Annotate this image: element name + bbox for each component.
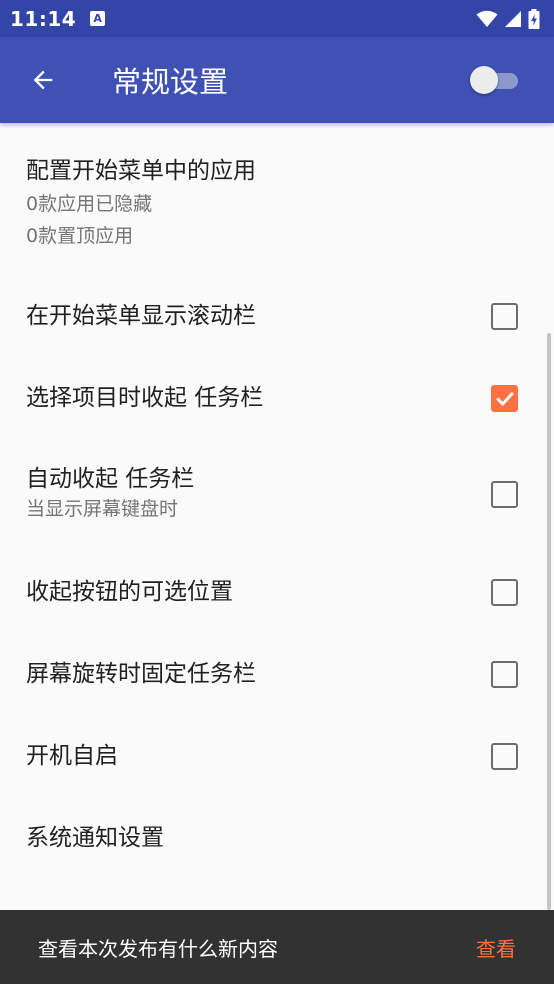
snackbar-message: 查看本次发布有什么新内容 [38,936,278,961]
page-title: 常规设置 [112,65,229,99]
setting-summary: 0款置顶应用 [26,224,134,247]
setting-lock-on-rotation[interactable]: 屏幕旋转时固定任务栏 [0,633,554,715]
status-bar: 11:14 A [0,0,554,37]
checkbox-lock-on-rotation[interactable] [491,660,518,688]
setting-title: 选择项目时收起 任务栏 [26,385,264,411]
setting-start-on-boot[interactable]: 开机自启 [0,715,554,797]
setting-auto-collapse[interactable]: 自动收起 任务栏 当显示屏幕键盘时 [0,449,554,539]
setting-title: 系统通知设置 [26,825,164,851]
setting-summary: 当显示屏幕键盘时 [26,498,179,520]
setting-notification-settings[interactable]: 系统通知设置 [0,797,554,879]
status-icons [476,8,540,29]
back-button[interactable] [0,37,86,123]
setting-title: 在开始菜单显示滚动栏 [26,303,256,329]
setting-title: 开机自启 [26,743,118,769]
notification-icon: A [90,11,106,26]
setting-summary: 0款应用已隐藏 [26,192,153,215]
checkbox-show-scrollbar[interactable] [491,302,518,330]
snackbar: 查看本次发布有什么新内容 查看 [0,910,554,984]
settings-list[interactable]: 配置开始菜单中的应用 0款应用已隐藏 0款置顶应用 在开始菜单显示滚动栏 选择项… [0,123,554,910]
setting-configure-start-menu-apps[interactable]: 配置开始菜单中的应用 0款应用已隐藏 0款置顶应用 [0,153,554,253]
setting-title: 自动收起 任务栏 [26,466,195,492]
wifi-icon [476,10,498,27]
cellular-signal-icon [505,10,521,27]
setting-title: 屏幕旋转时固定任务栏 [26,661,256,687]
setting-title: 收起按钮的可选位置 [26,579,233,605]
setting-collapse-on-select[interactable]: 选择项目时收起 任务栏 [0,357,554,439]
app-bar: 常规设置 [0,37,554,123]
scrollbar[interactable] [547,333,551,910]
setting-title: 配置开始菜单中的应用 [26,157,256,184]
checkbox-collapse-on-select[interactable] [491,384,518,412]
checkbox-auto-collapse[interactable] [491,480,518,508]
arrow-back-icon [33,70,53,90]
snackbar-action-button[interactable]: 查看 [476,933,516,962]
status-time: 11:14 [10,6,77,31]
checkbox-start-on-boot[interactable] [491,742,518,770]
switch-thumb [470,66,498,94]
screen: 11:14 A 常规设置 配置开始菜单中的应用 0款应用已隐藏 0款置顶应用 在… [0,0,554,984]
check-icon [495,391,514,407]
master-switch[interactable] [470,65,520,95]
setting-show-scrollbar[interactable]: 在开始菜单显示滚动栏 [0,275,554,357]
setting-collapse-button-position[interactable]: 收起按钮的可选位置 [0,551,554,633]
battery-charging-icon [528,8,540,29]
checkbox-collapse-button-position[interactable] [491,578,518,606]
